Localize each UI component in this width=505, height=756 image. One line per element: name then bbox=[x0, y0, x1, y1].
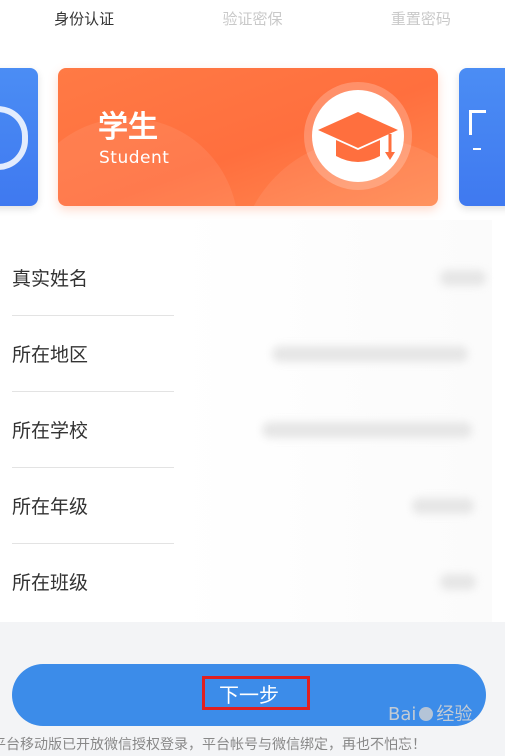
field-grade[interactable]: 所在年级 bbox=[0, 468, 505, 544]
annotation-highlight-box bbox=[202, 676, 310, 710]
role-card-student[interactable]: 学生 Student bbox=[58, 68, 438, 206]
role-title: 学生 bbox=[98, 110, 158, 145]
role-next-icon bbox=[473, 148, 481, 150]
step-identity-auth: 身份认证 bbox=[54, 9, 115, 28]
field-value-blurred[interactable] bbox=[412, 498, 474, 514]
field-label: 所在班级 bbox=[12, 572, 89, 594]
identity-form: 真实姓名 所在地区 所在学校 所在年级 所在班级 bbox=[0, 220, 505, 622]
role-next-icon bbox=[469, 110, 486, 135]
field-value-blurred[interactable] bbox=[272, 346, 468, 362]
step-verify-security: 验证密保 bbox=[222, 9, 283, 28]
watermark-text-right: 经验 bbox=[436, 704, 473, 725]
role-card-prev[interactable] bbox=[0, 68, 38, 206]
field-value-blurred[interactable] bbox=[262, 422, 472, 438]
watermark-text-left: Bai bbox=[388, 704, 417, 725]
field-value-blurred[interactable] bbox=[440, 574, 476, 590]
role-carousel[interactable]: 学生 Student bbox=[0, 36, 505, 220]
role-subtitle: Student bbox=[99, 148, 170, 168]
baidu-jingyan-watermark: Bai 经验 bbox=[388, 700, 498, 730]
step-reset-password: 重置密码 bbox=[390, 9, 451, 28]
field-region[interactable]: 所在地区 bbox=[0, 316, 505, 392]
field-label: 所在学校 bbox=[12, 420, 89, 442]
graduation-cap-icon bbox=[304, 82, 412, 190]
field-school[interactable]: 所在学校 bbox=[0, 392, 505, 468]
field-value-blurred[interactable] bbox=[440, 270, 486, 286]
field-label: 所在地区 bbox=[12, 344, 89, 366]
field-class[interactable]: 所在班级 bbox=[0, 544, 505, 620]
paw-icon bbox=[419, 707, 434, 721]
field-label: 真实姓名 bbox=[12, 268, 89, 290]
step-indicator: 身份认证 验证密保 重置密码 bbox=[0, 0, 505, 36]
field-label: 所在年级 bbox=[12, 496, 89, 518]
role-prev-icon bbox=[0, 106, 28, 170]
wechat-login-notice: 平台移动版已开放微信授权登录，平台帐号与微信绑定，再也不怕忘！ bbox=[0, 737, 426, 753]
role-card-next[interactable] bbox=[459, 68, 505, 206]
field-real-name[interactable]: 真实姓名 bbox=[0, 240, 505, 316]
